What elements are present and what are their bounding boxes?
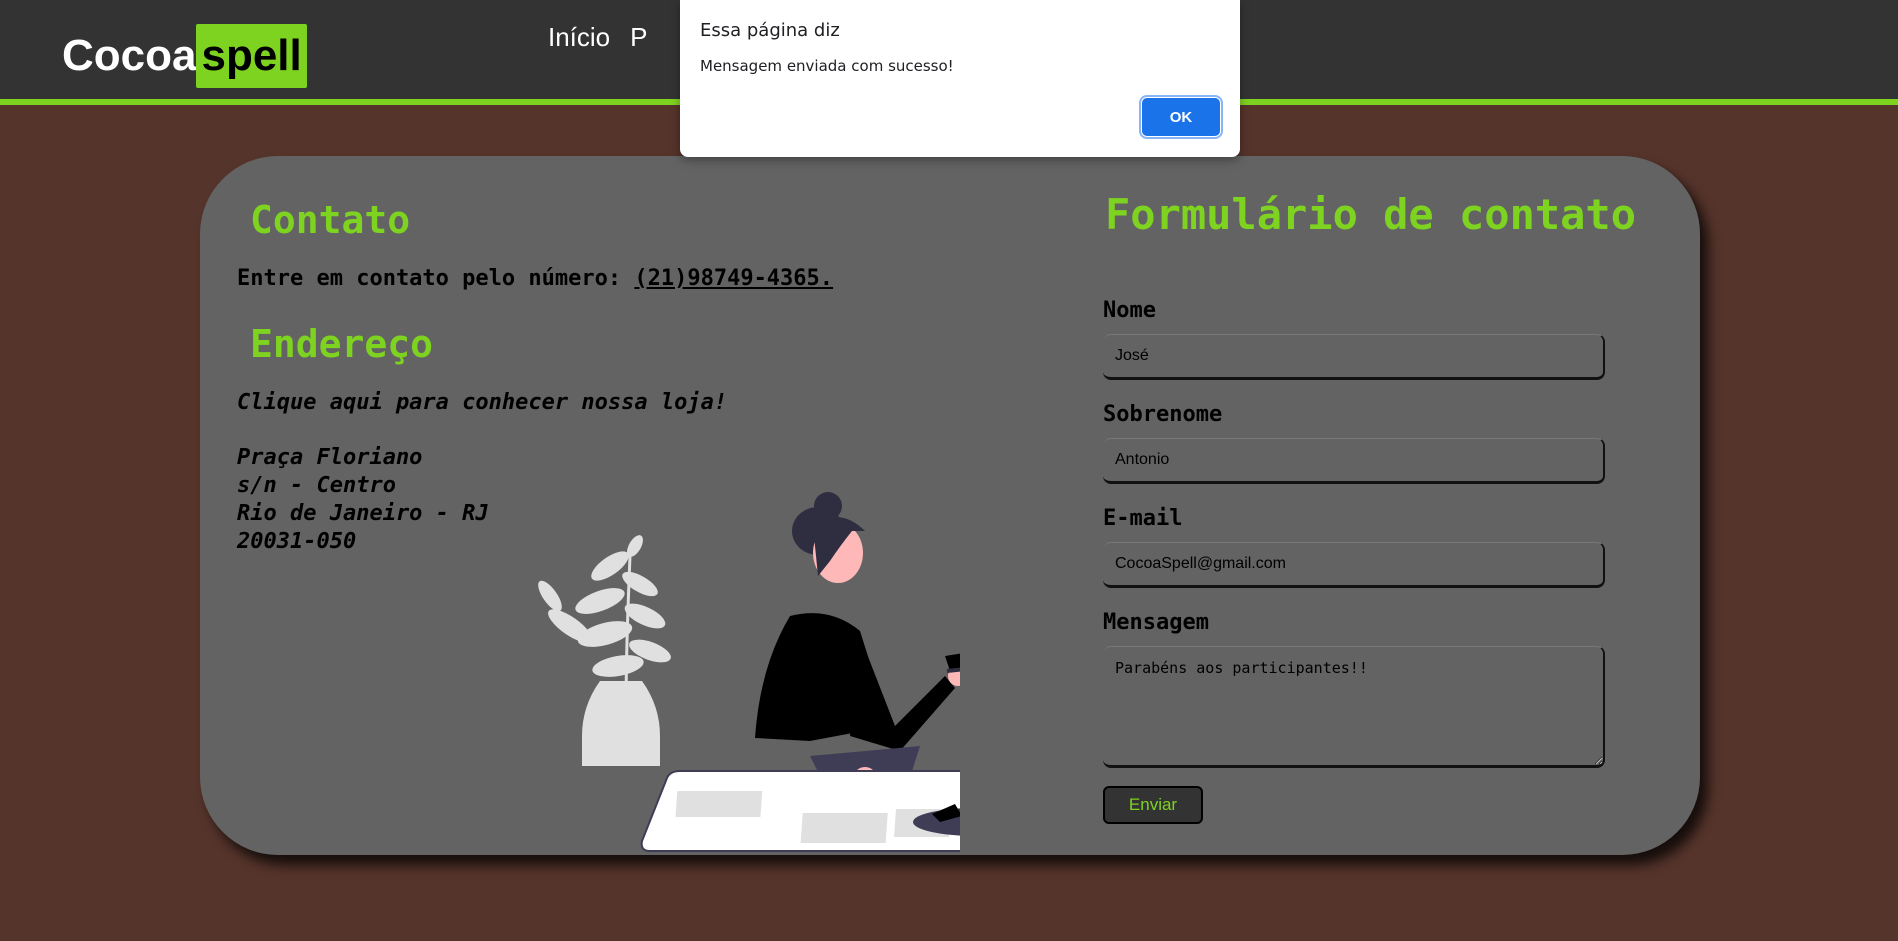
last-name-input[interactable] [1103, 438, 1605, 484]
nav-link-partial[interactable]: P [630, 22, 647, 53]
logo-text-cocoa: Cocoa [62, 31, 197, 80]
contact-card: Contato Entre em contato pelo número: (2… [200, 156, 1700, 855]
address-line-city: Rio de Janeiro - RJ [237, 501, 489, 526]
logo[interactable]: Cocoa spell [62, 24, 307, 88]
main-nav: Início P [548, 22, 648, 53]
alert-message: Mensagem enviada com sucesso! [700, 57, 954, 75]
alert-title: Essa página diz [700, 20, 840, 41]
form-heading: Formulário de contato [1105, 190, 1637, 239]
email-input[interactable] [1103, 542, 1605, 588]
first-name-input[interactable] [1103, 334, 1605, 380]
alert-dialog: Essa página diz Mensagem enviada com suc… [680, 0, 1240, 157]
nav-link-inicio[interactable]: Início [548, 22, 610, 53]
address-heading: Endereço [250, 322, 434, 366]
address-block: Praça Floriano s/n - Centro Rio de Janei… [237, 444, 489, 556]
email-label: E-mail [1103, 506, 1183, 531]
phone-link[interactable]: (21)98749-4365. [634, 266, 833, 291]
first-name-label: Nome [1103, 298, 1156, 323]
address-line-zip: 20031-050 [237, 529, 357, 554]
message-textarea[interactable]: Parabéns aos participantes!! [1103, 646, 1605, 768]
last-name-label: Sobrenome [1103, 402, 1223, 427]
logo-text-spell: spell [196, 24, 307, 88]
woman-figure [755, 492, 960, 796]
address-line-district: s/n - Centro [237, 473, 396, 498]
store-link[interactable]: Clique aqui para conhecer nossa loja! [237, 390, 727, 415]
shopping-woman-illustration [538, 492, 960, 852]
alert-ok-button[interactable]: OK [1139, 95, 1223, 139]
phone-text: Entre em contato pelo número: (21)98749-… [237, 266, 833, 291]
send-button[interactable]: Enviar [1103, 786, 1203, 824]
contact-heading: Contato [250, 198, 411, 242]
plant-illustration [538, 535, 671, 766]
address-line-street: Praça Floriano [237, 445, 423, 470]
message-label: Mensagem [1103, 610, 1209, 635]
phone-prefix: Entre em contato pelo número: [237, 266, 635, 291]
